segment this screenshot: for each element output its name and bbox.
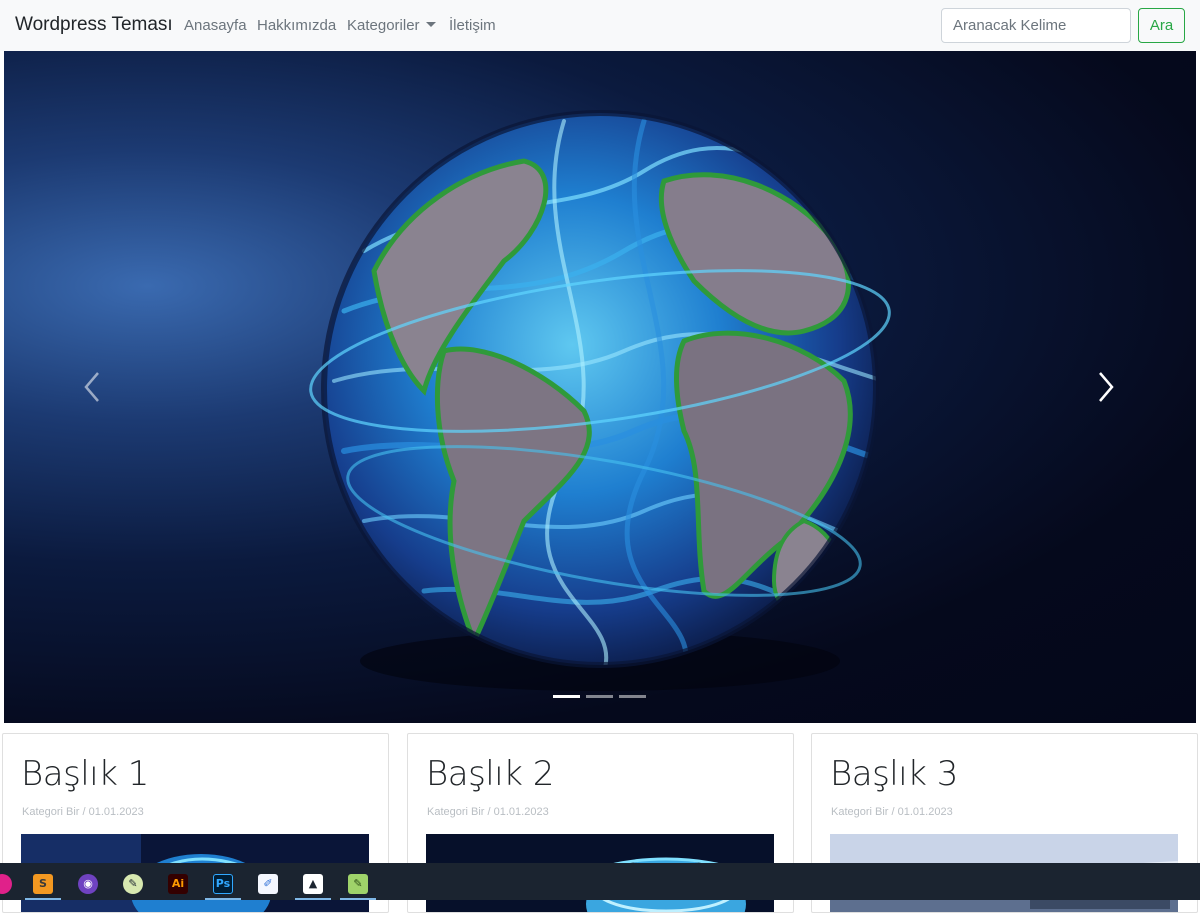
carousel-prev-button[interactable] bbox=[62, 351, 122, 423]
carousel-indicator-1[interactable] bbox=[553, 695, 580, 698]
globe-slide-image bbox=[309, 110, 891, 691]
chevron-right-icon bbox=[1099, 372, 1114, 402]
notepad-plus-plus-icon: ✎ bbox=[348, 873, 368, 894]
carousel-indicator-3[interactable] bbox=[619, 695, 646, 698]
nav-link-home[interactable]: Anasayfa bbox=[184, 17, 247, 34]
carousel-next-button[interactable] bbox=[1076, 351, 1136, 423]
card-title[interactable]: Başlık 2 bbox=[426, 754, 554, 794]
search-input[interactable] bbox=[941, 8, 1131, 43]
nav-link-about[interactable]: Hakkımızda bbox=[257, 17, 336, 34]
taskbar: S ◉ ✎ Ai Ps ✐ ▲ ✎ bbox=[0, 863, 1200, 900]
card-meta: Kategori Bir / 01.01.2023 bbox=[831, 806, 953, 818]
hero-carousel bbox=[4, 51, 1196, 723]
nav-dropdown-categories[interactable]: Kategoriler bbox=[347, 17, 436, 34]
photos-icon: ▲ bbox=[303, 873, 323, 894]
notepad-icon: ✐ bbox=[258, 873, 278, 894]
taskbar-app-1[interactable] bbox=[0, 867, 20, 900]
taskbar-app-8[interactable]: ▲ bbox=[295, 867, 331, 900]
taskbar-app-4[interactable]: ✎ bbox=[115, 867, 151, 900]
card-meta: Kategori Bir / 01.01.2023 bbox=[427, 806, 549, 818]
taskbar-app-7[interactable]: ✐ bbox=[250, 867, 286, 900]
nav-link-contact[interactable]: İletişim bbox=[449, 17, 496, 34]
illustrator-icon: Ai bbox=[168, 873, 188, 894]
taskbar-app-9[interactable]: ✎ bbox=[340, 867, 376, 900]
taskbar-app-5[interactable]: Ai bbox=[160, 867, 196, 900]
card-title[interactable]: Başlık 3 bbox=[830, 754, 958, 794]
chevron-left-icon bbox=[84, 372, 99, 402]
card-title[interactable]: Başlık 1 bbox=[21, 754, 149, 794]
taskbar-app-3[interactable]: ◉ bbox=[70, 867, 106, 900]
app-icon bbox=[0, 873, 12, 894]
sublime-text-icon: S bbox=[33, 873, 53, 894]
inkscape-icon: ✎ bbox=[123, 873, 143, 894]
taskbar-app-6[interactable]: Ps bbox=[205, 867, 241, 900]
photoshop-icon: Ps bbox=[213, 873, 233, 894]
carousel-indicator-2[interactable] bbox=[586, 695, 613, 698]
taskbar-app-2[interactable]: S bbox=[25, 867, 61, 900]
card-meta: Kategori Bir / 01.01.2023 bbox=[22, 806, 144, 818]
github-desktop-icon: ◉ bbox=[78, 873, 98, 894]
caret-down-icon bbox=[425, 22, 436, 27]
navbar: Wordpress Teması Anasayfa Hakkımızda Kat… bbox=[0, 0, 1200, 51]
nav-dropdown-label: Kategoriler bbox=[347, 17, 420, 34]
search-button[interactable]: Ara bbox=[1138, 8, 1185, 43]
carousel-indicators bbox=[553, 695, 646, 698]
brand-link[interactable]: Wordpress Teması bbox=[15, 14, 173, 36]
